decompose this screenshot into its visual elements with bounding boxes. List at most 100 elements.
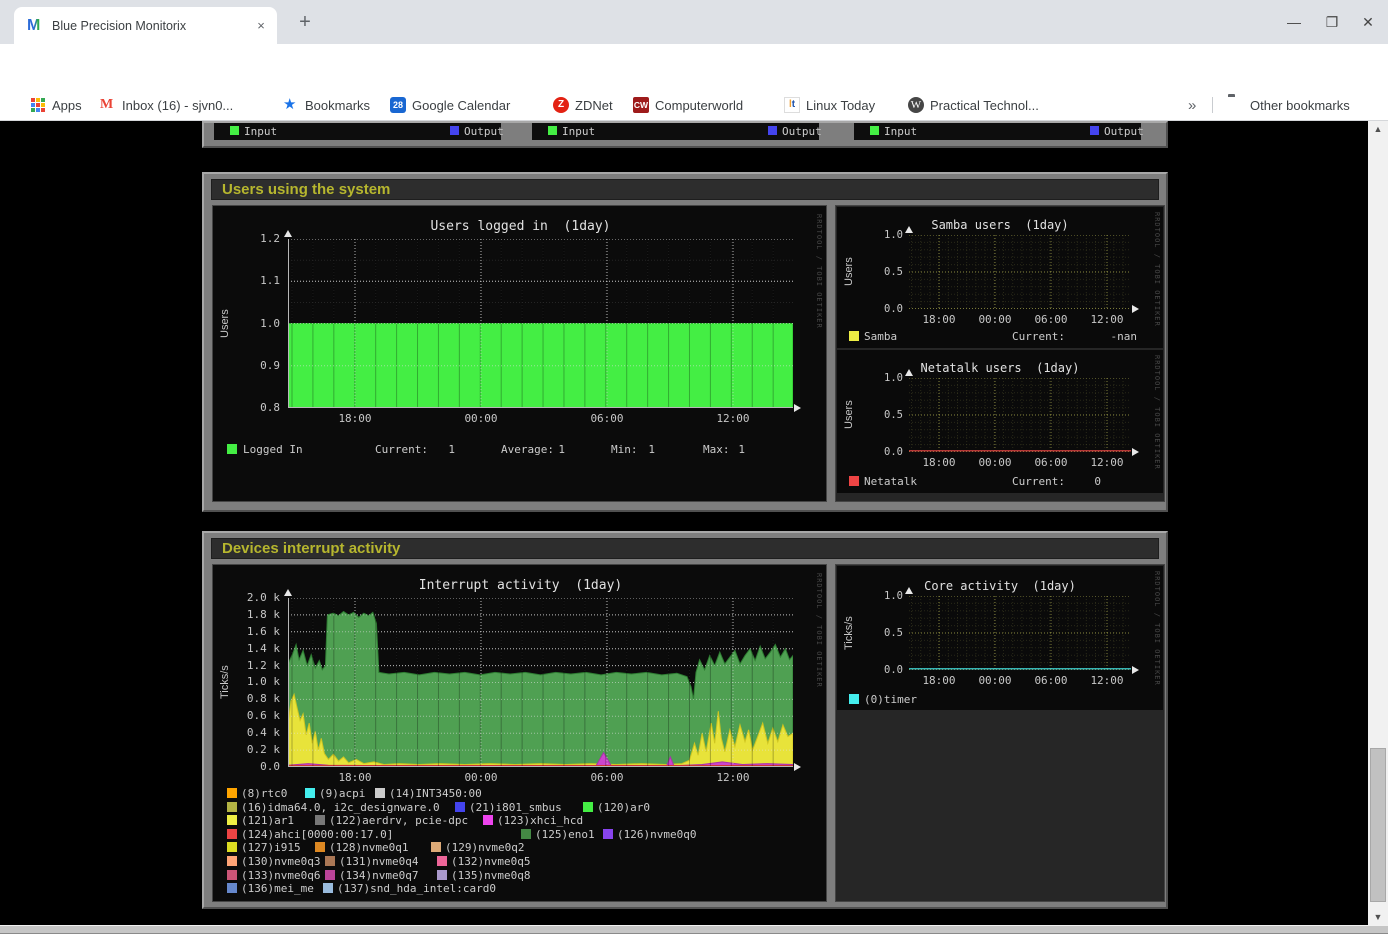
core-plot-area xyxy=(909,596,1131,670)
legend-item: (121)ar1 xyxy=(241,814,294,827)
y-axis-ticks: 1.00.50.0 xyxy=(867,229,903,315)
folder-icon xyxy=(1228,97,1244,113)
bookmark-inbox[interactable]: M Inbox (16) - sjvn0... xyxy=(100,90,233,120)
graph-title: Interrupt activity (1day) xyxy=(268,578,773,593)
tab-close-icon[interactable]: × xyxy=(252,17,270,35)
bookmark-apps[interactable]: Apps xyxy=(30,90,82,120)
input-legend-swatch xyxy=(230,126,239,135)
window-minimize-button[interactable]: — xyxy=(1283,12,1305,32)
interrupt-activity-graph[interactable]: Interrupt activity (1day) Ticks/s 2.0 k1… xyxy=(212,564,827,902)
legend-swatch xyxy=(437,870,447,880)
core-activity-graph[interactable]: Core activity (1day) Ticks/s 1.00.50.0 1… xyxy=(837,566,1163,710)
input-legend-swatch xyxy=(870,126,879,135)
scrollbar-down-icon[interactable]: ▼ xyxy=(1368,909,1388,925)
scrollbar-thumb[interactable] xyxy=(1370,748,1386,902)
legend-item: (14)INT3450:00 xyxy=(389,787,482,800)
x-tick: 12:00 xyxy=(1090,313,1123,326)
legend-swatch xyxy=(325,856,335,866)
legend-swatch xyxy=(431,842,441,852)
calendar-icon: 28 xyxy=(390,97,406,113)
stat-value: 1 xyxy=(519,443,565,456)
legend-item: (8)rtc0 xyxy=(241,787,287,800)
bookmark-computerworld[interactable]: CW Computerworld xyxy=(633,90,743,120)
legend-item: (134)nvme0q7 xyxy=(339,869,418,882)
bookmark-label: Computerworld xyxy=(655,98,743,113)
section-title: Devices interrupt activity xyxy=(211,538,1159,559)
y-axis-ticks: 1.00.50.0 xyxy=(867,590,903,676)
y-axis-label: Ticks/s xyxy=(843,596,855,670)
bookmark-linux-today[interactable]: lt Linux Today xyxy=(784,90,875,120)
bookmark-zdnet[interactable]: Z ZDNet xyxy=(553,90,613,120)
window-maximize-button[interactable]: ❐ xyxy=(1321,12,1343,32)
x-tick: 18:00 xyxy=(338,771,371,784)
bookmark-practical-technology[interactable]: W Practical Technol... xyxy=(908,90,1039,120)
bookmarks-overflow-chevron-icon[interactable]: » xyxy=(1188,90,1196,120)
x-tick: 00:00 xyxy=(978,313,1011,326)
legend-swatch xyxy=(315,842,325,852)
legend-label: Logged In xyxy=(243,443,303,456)
stat-value: -nan xyxy=(1069,330,1137,343)
legend-swatch xyxy=(305,788,315,798)
legend-item: (120)ar0 xyxy=(597,801,650,814)
legend-swatch xyxy=(315,815,325,825)
x-tick: 06:00 xyxy=(1034,313,1067,326)
legend-item: (131)nvme0q4 xyxy=(339,855,418,868)
network-graph-partial[interactable]: Input Output xyxy=(214,123,501,140)
computerworld-icon: CW xyxy=(633,97,649,113)
x-tick: 00:00 xyxy=(978,674,1011,687)
x-tick: 00:00 xyxy=(464,412,497,425)
axis-arrow-right-icon xyxy=(1132,305,1139,313)
users-logged-in-graph[interactable]: Users logged in (1day) Users 1.21.11.00.… xyxy=(212,205,827,502)
legend-label: Samba xyxy=(864,330,897,343)
legend-swatch xyxy=(325,870,335,880)
legend-swatch xyxy=(227,856,237,866)
rrdtool-watermark: RRDTOOL / TOBI OETIKER xyxy=(815,214,823,329)
legend-item: (126)nvme0q0 xyxy=(617,828,696,841)
legend-swatch xyxy=(227,829,237,839)
axis-arrow-right-icon xyxy=(1132,666,1139,674)
browser-tab[interactable]: M Blue Precision Monitorix × xyxy=(14,7,277,44)
x-tick: 06:00 xyxy=(1034,456,1067,469)
bookmark-bookmarks[interactable]: ★ Bookmarks xyxy=(283,90,370,120)
input-legend-label: Input xyxy=(884,125,917,138)
bookmark-label: ZDNet xyxy=(575,98,613,113)
x-tick: 18:00 xyxy=(338,412,371,425)
x-tick: 18:00 xyxy=(922,456,955,469)
scrollbar-up-icon[interactable]: ▲ xyxy=(1368,121,1388,137)
graph-title: Core activity (1day) xyxy=(889,579,1111,593)
users-plot-area xyxy=(288,239,793,408)
x-tick: 06:00 xyxy=(590,412,623,425)
legend-item: (136)mei_me xyxy=(241,882,314,895)
rrdtool-watermark: RRDTOOL / TOBI OETIKER xyxy=(815,573,823,688)
axis-arrow-right-icon xyxy=(1132,448,1139,456)
netatalk-users-graph[interactable]: Netatalk users (1day) Users 1.00.50.0 18… xyxy=(837,350,1163,493)
scrollbar[interactable]: ▲ ▼ xyxy=(1368,121,1388,925)
y-axis-label: Ticks/s xyxy=(219,598,231,767)
legend-swatch xyxy=(227,444,237,454)
other-bookmarks-folder[interactable]: Other bookmarks xyxy=(1228,90,1350,120)
network-graph-partial[interactable]: Input Output xyxy=(854,123,1141,140)
legend-swatch xyxy=(437,856,447,866)
section-users: Users using the system Users logged in (… xyxy=(202,172,1168,512)
bookmark-google-calendar[interactable]: 28 Google Calendar xyxy=(390,90,510,120)
bookmarks-separator xyxy=(1212,97,1213,113)
new-tab-button[interactable]: + xyxy=(293,11,317,35)
input-legend-swatch xyxy=(548,126,557,135)
legend-item: (125)eno1 xyxy=(535,828,595,841)
x-tick: 18:00 xyxy=(922,674,955,687)
other-bookmarks-label: Other bookmarks xyxy=(1250,98,1350,113)
axis-arrow-up-icon xyxy=(284,589,292,596)
axis-arrow-up-icon xyxy=(905,587,913,594)
tab-title: Blue Precision Monitorix xyxy=(52,19,244,33)
axis-arrow-up-icon xyxy=(905,226,913,233)
legend-item: (9)acpi xyxy=(319,787,365,800)
window-close-button[interactable]: ✕ xyxy=(1357,12,1379,32)
legend-item: (128)nvme0q1 xyxy=(329,841,408,854)
bookmark-label: Apps xyxy=(52,98,82,113)
apps-grid-icon xyxy=(30,97,46,113)
network-graph-partial[interactable]: Input Output xyxy=(532,123,819,140)
output-legend-swatch xyxy=(450,126,459,135)
legend-swatch xyxy=(227,870,237,880)
legend-label: Netatalk xyxy=(864,475,917,488)
samba-users-graph[interactable]: Samba users (1day) Users 1.00.50.0 18:00… xyxy=(837,207,1163,348)
